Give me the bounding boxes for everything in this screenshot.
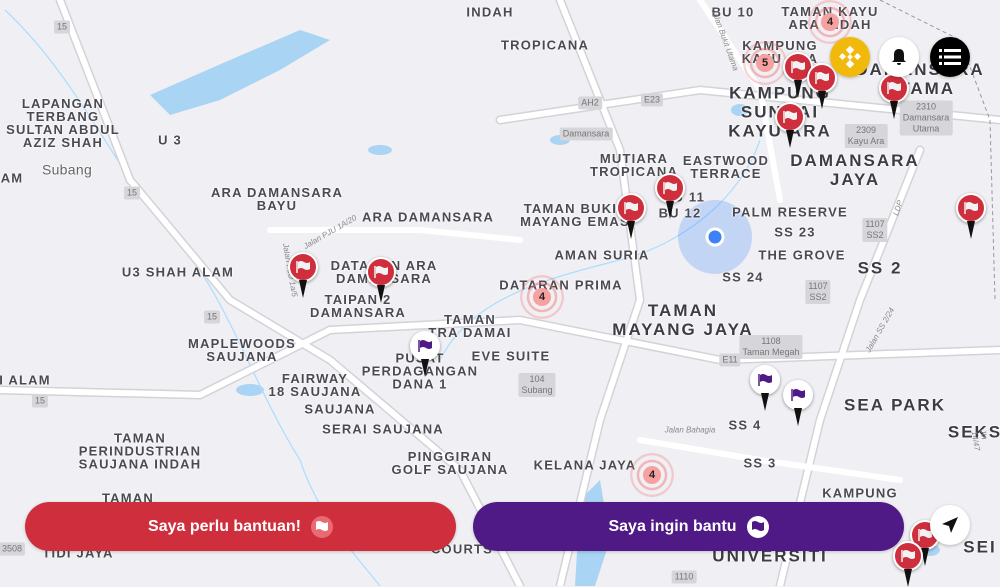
volunteer-pin[interactable] (750, 365, 780, 411)
sos-cluster-marker[interactable]: 4 (520, 275, 564, 319)
area-label: AMAN SURIA (554, 247, 650, 263)
area-label: EASTWOOD TERRACE (682, 153, 770, 181)
road-shield: 15 (123, 186, 141, 200)
flag-icon (791, 61, 805, 73)
area-label: TAMAN PERINDUSTRIAN SAUJANA INDAH (78, 430, 202, 472)
sos-cluster-marker[interactable]: 5 (743, 41, 787, 85)
area-label: SEA PARK (844, 395, 946, 415)
road-shield: 3508 (0, 542, 26, 556)
area-label: KELANA JAYA (533, 457, 637, 473)
place-label: Subang (41, 161, 93, 178)
want-to-help-label: Saya ingin bantu (608, 517, 737, 535)
road-shield: E23 (640, 93, 664, 107)
road-shield: 2309 Kayu Ara (844, 124, 888, 148)
area-label: AM (0, 170, 24, 186)
area-label: SS 3 (743, 455, 777, 471)
help-request-pin[interactable] (288, 252, 318, 298)
volunteer-pin[interactable] (410, 331, 440, 377)
binance-button[interactable] (830, 37, 870, 77)
flag-icon (791, 389, 805, 401)
list-icon (939, 49, 961, 65)
flag-icon (887, 82, 901, 94)
flag-icon (663, 182, 677, 194)
need-help-button[interactable]: Saya perlu bantuan! (25, 502, 456, 551)
flag-icon (374, 266, 388, 278)
area-label: SS 24 (722, 269, 764, 285)
area-label: TAMAN BUKIT MAYANG EMAS (520, 201, 630, 229)
area-label: FAIRWAY 18 SAUJANA (268, 371, 362, 399)
road-name-label: Jalan Bahagia (664, 425, 716, 435)
road-shield: 1108 Taman Megah (739, 335, 803, 359)
notifications-button[interactable] (879, 37, 919, 77)
bell-icon (892, 49, 906, 65)
area-label: U3 SHAH ALAM (121, 264, 235, 280)
area-label: SS 4 (728, 417, 762, 433)
help-request-pin[interactable] (879, 73, 909, 119)
flag-icon (758, 374, 772, 386)
flag-icon (418, 340, 432, 352)
road-shield: 15 (203, 310, 221, 324)
flag-icon (783, 111, 797, 123)
area-label: TAMAN TRA DAMAI (428, 312, 512, 340)
road-shield: E11 (719, 353, 741, 367)
sos-cluster-marker[interactable]: 4 (630, 453, 674, 497)
help-request-pin[interactable] (956, 193, 986, 239)
area-label: SS 23 (774, 224, 816, 240)
binance-icon (838, 45, 862, 69)
area-label: TAMAN MAYANG JAYA (612, 301, 754, 339)
area-label: ARA DAMANSARA (361, 209, 495, 225)
menu-button[interactable] (930, 37, 970, 77)
help-request-pin[interactable] (655, 173, 685, 219)
area-label: SS 2 (857, 258, 903, 278)
road-shield: 1107 SS2 (862, 218, 888, 242)
road-shield: 1107 SS2 (805, 280, 831, 304)
area-label: TROPICANA (500, 37, 590, 53)
road-name-label: Jln 14/47 (969, 428, 989, 452)
road-shield: AH2 (578, 96, 602, 110)
flag-icon (964, 202, 978, 214)
road-shield: 15 (53, 20, 71, 34)
area-label: EVE SUITE (471, 348, 551, 364)
flag-icon (901, 550, 915, 562)
my-location-button[interactable] (930, 505, 970, 545)
need-help-label: Saya perlu bantuan! (148, 517, 301, 535)
flag-icon (296, 261, 310, 273)
white-flag-icon (310, 515, 333, 538)
area-label: THE GROVE (758, 247, 846, 263)
area-label: DAMANSARA JAYA (790, 151, 920, 189)
area-label: I ALAM (0, 372, 51, 388)
help-request-pin[interactable] (893, 541, 923, 587)
help-request-pin[interactable] (616, 193, 646, 239)
help-request-pin[interactable] (366, 257, 396, 303)
help-request-pin[interactable] (807, 63, 837, 109)
area-label: KAMPUNG (822, 485, 898, 501)
navigation-arrow-icon (942, 517, 958, 533)
area-label: PALM RESERVE (732, 204, 848, 220)
flag-icon (624, 202, 638, 214)
flag-icon (815, 72, 829, 84)
area-label: SAUJANA (304, 401, 376, 417)
area-label: SEI (963, 537, 997, 557)
help-request-pin[interactable] (775, 102, 805, 148)
want-to-help-button[interactable]: Saya ingin bantu (473, 502, 904, 551)
area-label: PINGGIRAN GOLF SAUJANA (391, 449, 509, 477)
area-label: U 3 (158, 132, 182, 148)
area-label: MAPLEWOODS SAUJANA (187, 336, 297, 364)
road-shield: 15 (31, 394, 49, 408)
area-label: INDAH (466, 4, 514, 20)
road-shield: 104 Subang (518, 373, 556, 397)
road-shield: Damansara (559, 127, 613, 141)
current-location-dot (705, 227, 725, 247)
road-shield: 1110 (671, 570, 697, 584)
area-label: SERAI SAUJANA (322, 421, 444, 437)
area-label: LAPANGAN TERBANG SULTAN ABDUL AZIZ SHAH (6, 96, 120, 150)
volunteer-pin[interactable] (783, 380, 813, 426)
area-label: ARA DAMANSARA BAYU (210, 185, 344, 213)
purple-flag-icon (746, 515, 769, 538)
